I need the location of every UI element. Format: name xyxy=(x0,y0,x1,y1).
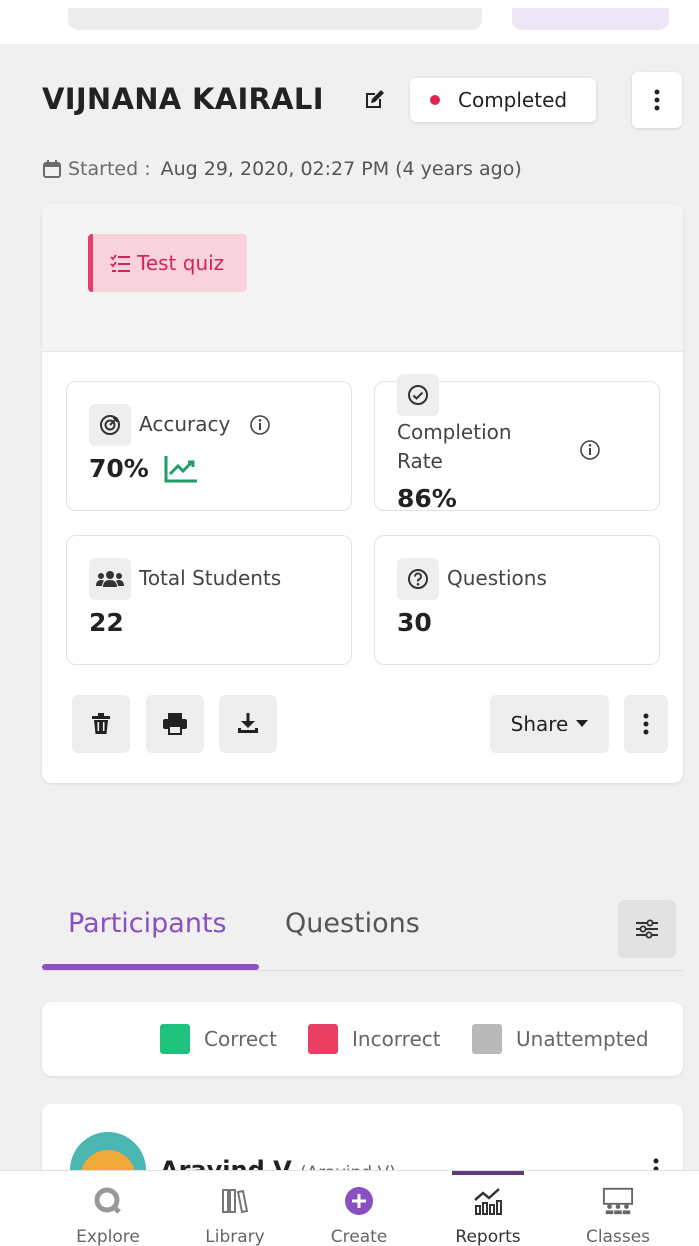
question-circle-icon xyxy=(408,569,428,589)
nav-explore[interactable]: Explore xyxy=(48,1171,168,1246)
tabs-divider xyxy=(42,970,682,971)
classes-icon xyxy=(602,1185,634,1217)
active-tab-indicator xyxy=(42,964,259,970)
completion-label: Completion Rate xyxy=(397,418,512,476)
nav-create[interactable]: Create xyxy=(299,1171,419,1246)
target-icon xyxy=(100,415,120,435)
explore-icon xyxy=(92,1185,124,1217)
kebab-icon xyxy=(654,89,660,111)
accuracy-label: Accuracy xyxy=(139,412,231,436)
quiz-tag-label: Test quiz xyxy=(137,251,225,275)
completion-icon-box xyxy=(397,374,439,416)
share-label: Share xyxy=(510,712,569,736)
legend-incorrect-label: Incorrect xyxy=(352,1027,441,1051)
questions-icon-box xyxy=(397,558,439,600)
trash-icon xyxy=(92,713,110,734)
accuracy-value: 70% xyxy=(89,454,149,483)
top-placeholder-bar xyxy=(68,8,482,30)
sliders-icon xyxy=(636,919,658,939)
report-tabs: Participants Questions xyxy=(42,894,682,974)
accuracy-icon-box xyxy=(89,404,131,446)
started-row: Started : Aug 29, 2020, 02:27 PM (4 year… xyxy=(42,154,522,184)
accuracy-stat: Accuracy 70% xyxy=(66,381,352,511)
completion-stat: Completion Rate 86% xyxy=(374,374,660,513)
legend-swatch-correct xyxy=(160,1024,190,1054)
students-label: Total Students xyxy=(139,566,282,590)
nav-library[interactable]: Library xyxy=(175,1171,295,1246)
legend-correct-label: Correct xyxy=(204,1027,277,1051)
bottom-nav: Explore Library Create Reports Classes xyxy=(0,1170,699,1246)
legend-unattempted: Unattempted xyxy=(472,1024,649,1054)
reports-icon xyxy=(472,1185,504,1217)
download-icon xyxy=(238,713,258,733)
tab-participants[interactable]: Participants xyxy=(68,908,227,939)
quiz-type-tag: Test quiz xyxy=(88,234,247,292)
info-icon[interactable] xyxy=(579,439,601,461)
started-label: Started : xyxy=(68,158,151,180)
nav-library-label: Library xyxy=(205,1227,265,1246)
status-text: Completed xyxy=(458,88,568,112)
nav-classes[interactable]: Classes xyxy=(558,1171,678,1246)
questions-label: Questions xyxy=(447,566,547,590)
library-icon xyxy=(219,1185,251,1217)
trend-up-icon xyxy=(164,456,197,483)
completion-value: 86% xyxy=(397,484,457,513)
students-value: 22 xyxy=(89,608,124,637)
nav-reports-label: Reports xyxy=(455,1227,521,1246)
legend-swatch-incorrect xyxy=(308,1024,338,1054)
completion-label-line1: Completion xyxy=(397,420,512,444)
quiz-summary-card: Test quiz Accuracy 70% Completion Rate 8… xyxy=(42,204,683,783)
legend-correct: Correct xyxy=(160,1024,277,1054)
legend-incorrect: Incorrect xyxy=(308,1024,441,1054)
download-button[interactable] xyxy=(219,695,277,753)
total-students-stat: Total Students 22 xyxy=(66,535,352,665)
questions-value: 30 xyxy=(397,608,432,637)
caret-down-icon xyxy=(576,720,589,727)
tab-questions[interactable]: Questions xyxy=(285,908,420,939)
quiz-header: VIJNANA KAIRALI Completed xyxy=(42,72,682,128)
questions-stat: Questions 30 xyxy=(374,535,660,665)
legend-unattempted-label: Unattempted xyxy=(516,1027,649,1051)
status-dot xyxy=(430,95,440,105)
share-button[interactable]: Share xyxy=(490,695,609,753)
nav-reports[interactable]: Reports xyxy=(428,1171,548,1246)
create-icon xyxy=(343,1185,375,1217)
header-more-button[interactable] xyxy=(632,72,682,128)
delete-button[interactable] xyxy=(72,695,130,753)
students-icon-box xyxy=(89,558,131,600)
answer-legend: Correct Incorrect Unattempted xyxy=(42,1002,683,1076)
kebab-icon xyxy=(643,713,649,735)
people-icon xyxy=(96,571,124,587)
top-placeholder-button[interactable] xyxy=(512,8,669,30)
print-icon xyxy=(163,713,187,735)
top-strip xyxy=(0,0,699,44)
filter-button[interactable] xyxy=(618,900,676,958)
legend-swatch-unattempted xyxy=(472,1024,502,1054)
status-badge: Completed xyxy=(410,78,596,122)
edit-icon[interactable] xyxy=(362,88,386,112)
calendar-icon xyxy=(43,160,61,178)
info-icon[interactable] xyxy=(249,414,271,436)
card-header: Test quiz xyxy=(42,204,683,352)
quiz-title: VIJNANA KAIRALI xyxy=(42,82,324,116)
nav-classes-label: Classes xyxy=(585,1227,651,1246)
started-value: Aug 29, 2020, 02:27 PM (4 years ago) xyxy=(160,158,522,180)
quiz-list-icon xyxy=(110,254,130,272)
nav-explore-label: Explore xyxy=(76,1227,140,1246)
nav-create-label: Create xyxy=(330,1227,388,1246)
completion-label-line2: Rate xyxy=(397,449,443,473)
check-circle-icon xyxy=(408,385,428,405)
card-more-button[interactable] xyxy=(624,695,668,753)
print-button[interactable] xyxy=(146,695,204,753)
